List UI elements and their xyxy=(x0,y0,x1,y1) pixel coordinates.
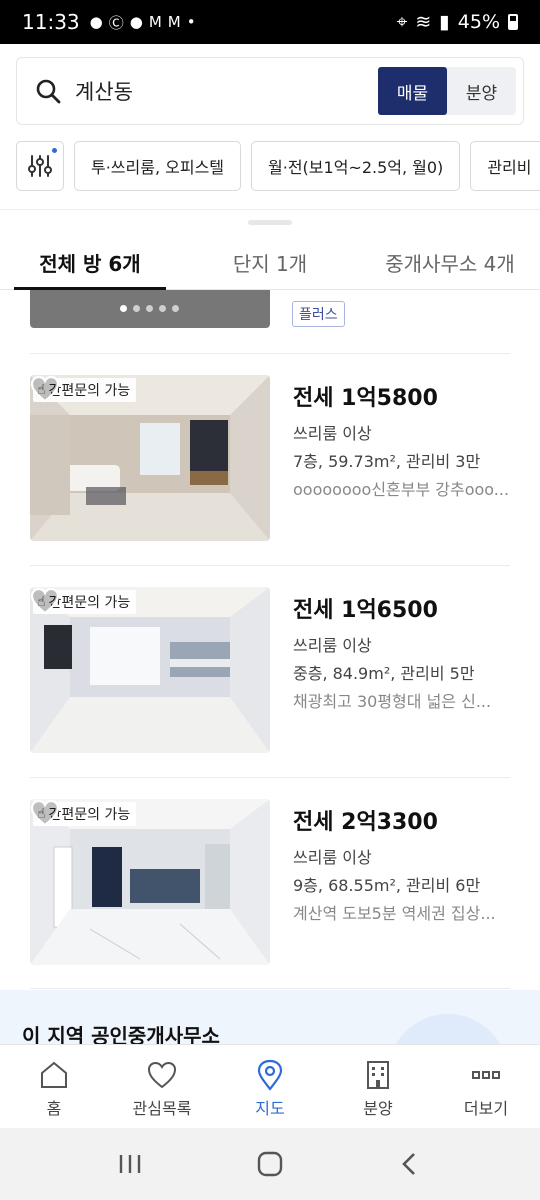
listing-card[interactable]: ☝ 간편문의 가능 전세 2억3300 쓰리룸 이상 9층, 68.55m², … xyxy=(30,799,510,965)
clock: 11:33 xyxy=(22,10,80,34)
divider xyxy=(30,777,510,778)
previous-listing-image[interactable] xyxy=(30,290,270,328)
recent-apps-icon[interactable] xyxy=(116,1150,144,1178)
listing-price: 전세 1억6500 xyxy=(293,598,438,623)
listing-info: 전세 1억5800 쓰리룸 이상 7층, 59.73m², 관리비 3만 ooo… xyxy=(293,375,511,500)
search-icon xyxy=(36,79,61,104)
nav-more[interactable]: 더보기 xyxy=(432,1045,540,1128)
toggle-presale[interactable]: 분양 xyxy=(447,67,516,115)
listing-info: 전세 2억3300 쓰리룸 이상 9층, 68.55m², 관리비 6만 계산역… xyxy=(293,799,511,924)
local-agents-section: 이 지역 공인중개사무소 xyxy=(0,990,540,1134)
chat-icon: ● xyxy=(129,13,143,31)
bottom-navigation: 홈 관심목록 지도 분양 더보기 xyxy=(0,1044,540,1128)
filter-price[interactable]: 월·전(보1억~2.5억, 월0) xyxy=(251,141,461,191)
home-button-icon[interactable] xyxy=(255,1149,285,1179)
listing-photo[interactable]: ☝ 간편문의 가능 xyxy=(30,375,270,541)
tab-all-rooms[interactable]: 전체 방 6개 xyxy=(0,236,180,290)
building-icon xyxy=(367,1061,389,1089)
listing-type-toggle[interactable]: 매물 분양 xyxy=(378,67,516,115)
filter-active-dot xyxy=(52,148,57,153)
listing-info: 전세 1억6500 쓰리룸 이상 중층, 84.9m², 관리비 5만 채광최고… xyxy=(293,587,511,712)
listing-card[interactable]: ☝ 간편문의 가능 전세 1억6500 쓰리룸 이상 중층, 84.9m², 관… xyxy=(30,587,510,753)
signal-icon: ▮ xyxy=(439,11,450,33)
listing-photo[interactable]: ☝ 간편문의 가능 xyxy=(30,587,270,753)
sliders-icon xyxy=(28,155,52,177)
listing-card[interactable]: ☝ 간편문의 가능 전세 1억5800 쓰리룸 이상 7층, 59.73m², … xyxy=(30,375,510,541)
listing-room-type: 쓰리룸 이상 xyxy=(293,848,372,867)
divider xyxy=(30,565,510,566)
tab-agents[interactable]: 중개사무소 4개 xyxy=(360,236,540,289)
nav-presale[interactable]: 분양 xyxy=(324,1045,432,1128)
home-icon xyxy=(41,1061,67,1088)
location-icon: ⌖ xyxy=(396,11,408,33)
nav-home[interactable]: 홈 xyxy=(0,1045,108,1128)
heart-icon[interactable] xyxy=(30,375,60,403)
toggle-listings[interactable]: 매물 xyxy=(378,67,447,115)
filter-bar: 투·쓰리룸, 오피스텔 월·전(보1억~2.5억, 월0) 관리비 xyxy=(16,141,540,191)
results-sheet: 전체 방 6개 단지 1개 중개사무소 4개 플러스 ☝ xyxy=(0,209,540,1134)
filter-room-type[interactable]: 투·쓰리룸, 오피스텔 xyxy=(74,141,242,191)
heart-outline-icon xyxy=(147,1061,177,1089)
filter-maintenance-fee[interactable]: 관리비 xyxy=(470,141,540,191)
divider xyxy=(30,988,510,989)
battery-icon xyxy=(508,14,518,30)
image-pager-dots xyxy=(120,305,179,312)
nav-map[interactable]: 지도 xyxy=(216,1045,324,1128)
tab-complex[interactable]: 단지 1개 xyxy=(180,236,360,289)
m-app-icon: M xyxy=(148,13,162,31)
divider xyxy=(30,353,510,354)
filter-settings-button[interactable] xyxy=(16,141,64,191)
more-dots-icon xyxy=(472,1071,500,1079)
notification-icons: ● Ⓒ ● M M • xyxy=(90,12,196,33)
listing-photo[interactable]: ☝ 간편문의 가능 xyxy=(30,799,270,965)
listing-price: 전세 2억3300 xyxy=(293,810,438,835)
nav-favorites[interactable]: 관심목록 xyxy=(108,1045,216,1128)
sheet-drag-handle[interactable] xyxy=(248,220,292,225)
heart-icon[interactable] xyxy=(30,799,60,827)
listing-description: 채광최고 30평형대 넓은 신... xyxy=(293,692,492,711)
listing-room-type: 쓰리룸 이상 xyxy=(293,636,372,655)
listing-spec: 7층, 59.73m², 관리비 3만 xyxy=(293,452,481,471)
listing-price: 전세 1억5800 xyxy=(293,386,438,411)
listing-room-type: 쓰리룸 이상 xyxy=(293,424,372,443)
listing-spec: 9층, 68.55m², 관리비 6만 xyxy=(293,876,481,895)
back-icon[interactable] xyxy=(396,1150,424,1178)
heart-icon[interactable] xyxy=(30,587,60,615)
status-bar: 11:33 ● Ⓒ ● M M • ⌖ ≋ ▮ 45% xyxy=(0,0,540,44)
listing-spec: 중층, 84.9m², 관리비 5만 xyxy=(293,664,475,683)
c-icon: Ⓒ xyxy=(108,13,124,32)
listing-description: oooooooo신혼부부 강추ooo... xyxy=(293,480,510,499)
search-bar[interactable]: 계산동 매물 분양 xyxy=(16,57,524,125)
map-pin-icon xyxy=(257,1059,283,1091)
system-navigation xyxy=(0,1128,540,1200)
more-dot-icon: • xyxy=(186,13,196,31)
listing-description: 계산역 도보5분 역세권 집상... xyxy=(293,904,496,923)
plus-badge: 플러스 xyxy=(292,301,345,327)
wifi-icon: ≋ xyxy=(415,11,432,33)
chat-icon: ● xyxy=(89,13,103,31)
m-app-icon: M xyxy=(167,13,181,31)
result-tabs: 전체 방 6개 단지 1개 중개사무소 4개 xyxy=(0,236,540,290)
battery-level: 45% xyxy=(457,11,500,33)
search-query[interactable]: 계산동 xyxy=(75,76,133,106)
